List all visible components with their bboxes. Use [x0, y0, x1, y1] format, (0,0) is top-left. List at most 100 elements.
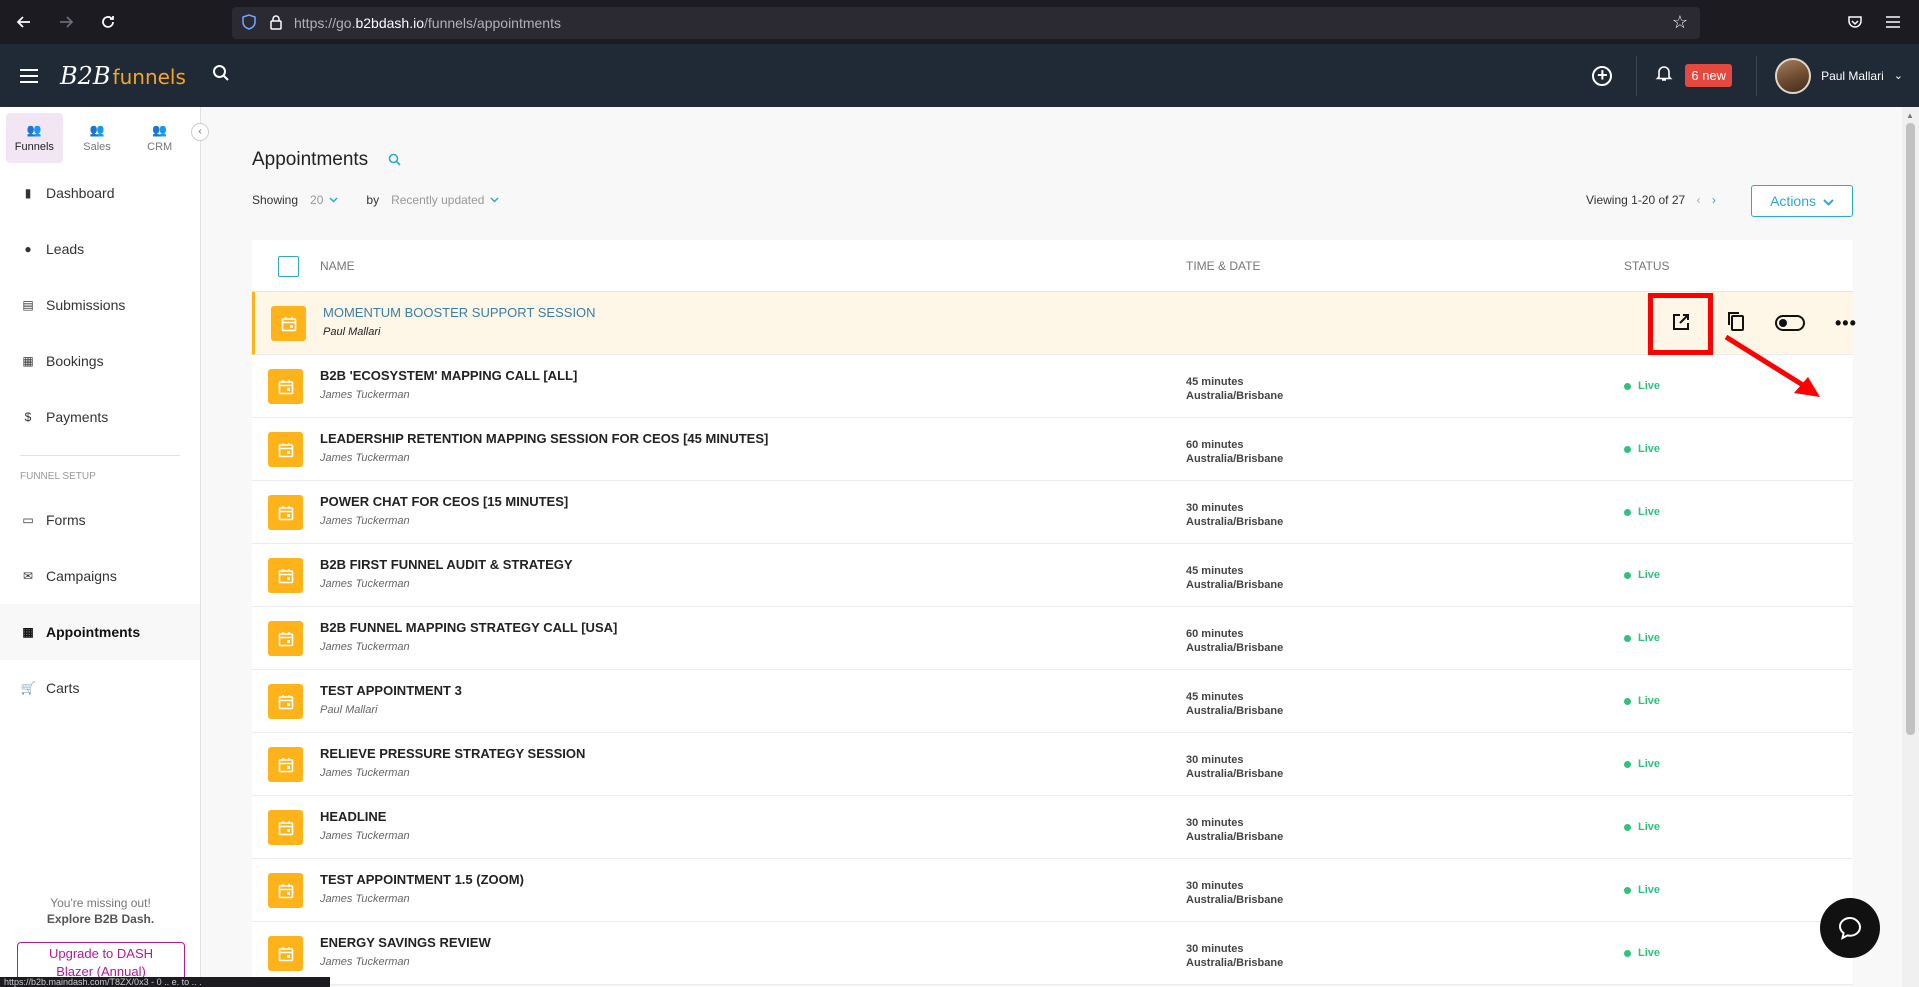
- copy-icon[interactable]: [1727, 311, 1745, 336]
- sidebar-item-carts[interactable]: 🛒 Carts: [0, 660, 200, 716]
- showing-label: Showing: [252, 193, 299, 207]
- appointment-title[interactable]: RELIEVE PRESSURE STRATEGY SESSION: [320, 746, 585, 761]
- sidebar-item-submissions[interactable]: ▤ Submissions: [0, 277, 200, 333]
- appointment-title[interactable]: HEADLINE: [320, 809, 386, 824]
- column-header-time[interactable]: TIME & DATE: [1186, 259, 1260, 273]
- hamburger-menu-icon[interactable]: [20, 65, 38, 87]
- chevron-down-icon: [1823, 199, 1834, 206]
- next-page-icon[interactable]: ›: [1712, 193, 1716, 207]
- table-row[interactable]: B2B FIRST FUNNEL AUDIT & STRATEGY James …: [252, 544, 1853, 607]
- calendar-icon: [268, 936, 303, 971]
- chevron-down-icon[interactable]: ⌄: [1894, 69, 1903, 82]
- scroll-thumb[interactable]: [1906, 123, 1915, 735]
- people-icon: 👥: [152, 123, 168, 137]
- chevron-down-icon[interactable]: [329, 195, 338, 206]
- status-toggle[interactable]: [1775, 315, 1805, 331]
- appointment-title[interactable]: POWER CHAT FOR CEOS [15 MINUTES]: [320, 494, 568, 509]
- status-text: Live: [1638, 884, 1661, 896]
- lock-icon[interactable]: [270, 14, 282, 30]
- upgrade-label: Upgrade to DASH: [48, 946, 154, 961]
- scroll-up-icon[interactable]: ▲: [1906, 111, 1914, 120]
- table-row[interactable]: LEADERSHIP RETENTION MAPPING SESSION FOR…: [252, 418, 1853, 481]
- open-external-icon[interactable]: [1672, 313, 1690, 336]
- back-arrow-icon[interactable]: [12, 10, 36, 34]
- tab-label: Sales: [83, 141, 111, 153]
- shield-icon[interactable]: [242, 14, 256, 30]
- status-dot: [1624, 634, 1631, 642]
- column-header-name[interactable]: NAME: [320, 259, 355, 273]
- status-text: Live: [1638, 695, 1661, 707]
- search-icon[interactable]: [388, 153, 401, 169]
- prev-page-icon[interactable]: ‹: [1697, 193, 1701, 207]
- appointment-title[interactable]: TEST APPOINTMENT 1.5 (ZOOM): [320, 872, 524, 887]
- table-row[interactable]: RELIEVE PRESSURE STRATEGY SESSION James …: [252, 733, 1853, 796]
- tab-sales[interactable]: 👥 Sales: [69, 113, 126, 163]
- sidebar-item-dashboard[interactable]: ▮ Dashboard: [0, 165, 200, 221]
- search-icon[interactable]: [212, 64, 230, 87]
- bookmark-star-icon[interactable]: ☆: [1672, 12, 1688, 33]
- sidebar-item-campaigns[interactable]: ✉ Campaigns: [0, 548, 200, 604]
- tab-funnels[interactable]: 👥 Funnels: [6, 113, 63, 163]
- sidebar-item-leads[interactable]: ● Leads: [0, 221, 200, 277]
- bell-icon[interactable]: [1655, 64, 1673, 87]
- add-circle-icon[interactable]: +: [1592, 65, 1613, 86]
- appointment-title[interactable]: B2B FIRST FUNNEL AUDIT & STRATEGY: [320, 557, 573, 572]
- actions-button[interactable]: Actions: [1751, 185, 1853, 217]
- chat-button[interactable]: [1820, 898, 1880, 958]
- page-size-select[interactable]: 20: [310, 193, 323, 207]
- b2b-funnels-logo[interactable]: B2B funnels: [60, 62, 186, 90]
- upgrade-button[interactable]: Upgrade to DASH Blazer (Annual): [17, 942, 185, 982]
- reload-icon[interactable]: [96, 10, 120, 34]
- bar-chart-icon: ▮: [24, 186, 32, 200]
- more-options-icon[interactable]: •••: [1835, 313, 1857, 334]
- column-header-status[interactable]: STATUS: [1624, 259, 1670, 273]
- appointment-time: 30 minutes Australia/Brisbane: [1186, 816, 1283, 844]
- avatar[interactable]: [1775, 57, 1812, 94]
- table-row[interactable]: MOMENTUM BOOSTER SUPPORT SESSION Paul Ma…: [252, 292, 1856, 355]
- scrollbar[interactable]: ▲: [1902, 107, 1919, 987]
- select-all-checkbox[interactable]: [278, 256, 299, 277]
- appointment-title[interactable]: B2B FUNNEL MAPPING STRATEGY CALL [USA]: [320, 620, 617, 635]
- table-row[interactable]: B2B 'ECOSYSTEM' MAPPING CALL [ALL] James…: [252, 355, 1853, 418]
- status-dot: [1624, 445, 1631, 453]
- appointment-duration: 60 minutes: [1186, 439, 1244, 451]
- table-row[interactable]: POWER CHAT FOR CEOS [15 MINUTES] James T…: [252, 481, 1853, 544]
- tab-crm[interactable]: 👥 CRM: [131, 113, 188, 163]
- user-name[interactable]: Paul Mallari: [1821, 69, 1884, 83]
- sidebar-item-bookings[interactable]: ▦ Bookings: [0, 333, 200, 389]
- table-row[interactable]: TEST APPOINTMENT 1.5 (ZOOM) James Tucker…: [252, 859, 1853, 922]
- table-row[interactable]: TEST APPOINTMENT 3 Paul Mallari 45 minut…: [252, 670, 1853, 733]
- sort-select[interactable]: Recently updated: [391, 193, 484, 207]
- url-text: https://go.b2bdash.io/funnels/appointmen…: [294, 15, 561, 31]
- sidebar-item-payments[interactable]: $ Payments: [0, 389, 200, 445]
- status-dot: [1624, 697, 1631, 705]
- status-badge: Live: [1624, 947, 1660, 959]
- notifications-badge[interactable]: 6 new: [1685, 64, 1733, 87]
- people-icon: 👥: [89, 123, 105, 137]
- sidebar-item-forms[interactable]: ▭ Forms: [0, 492, 200, 548]
- pocket-icon[interactable]: [1847, 14, 1863, 30]
- appointment-title[interactable]: ENERGY SAVINGS REVIEW: [320, 935, 491, 950]
- sidebar-item-label: Carts: [46, 680, 80, 696]
- appointment-title[interactable]: TEST APPOINTMENT 3: [320, 683, 462, 698]
- status-text: Live: [1638, 569, 1661, 581]
- people-icon: 👥: [26, 123, 42, 137]
- appointment-title[interactable]: LEADERSHIP RETENTION MAPPING SESSION FOR…: [320, 431, 768, 446]
- table-row[interactable]: ENERGY SAVINGS REVIEW James Tuckerman 30…: [252, 922, 1853, 985]
- browser-toolbar: https://go.b2bdash.io/funnels/appointmen…: [0, 0, 1919, 44]
- status-text: Live: [1638, 506, 1661, 518]
- status-dot: [1624, 760, 1631, 768]
- status-dot: [1624, 508, 1631, 516]
- chevron-down-icon[interactable]: [490, 195, 500, 206]
- sidebar-item-appointments[interactable]: ▦ Appointments: [0, 604, 200, 660]
- address-bar[interactable]: https://go.b2bdash.io/funnels/appointmen…: [232, 7, 1700, 39]
- appointment-timezone: Australia/Brisbane: [1186, 768, 1284, 780]
- forward-arrow-icon[interactable]: [54, 10, 78, 34]
- status-badge: Live: [1624, 884, 1660, 896]
- menu-icon[interactable]: [1885, 15, 1901, 29]
- table-row[interactable]: HEADLINE James Tuckerman 30 minutes Aust…: [252, 796, 1853, 859]
- appointment-title[interactable]: B2B 'ECOSYSTEM' MAPPING CALL [ALL]: [320, 368, 577, 383]
- table-row[interactable]: B2B FUNNEL MAPPING STRATEGY CALL [USA] J…: [252, 607, 1853, 670]
- appointment-duration: 30 minutes: [1186, 754, 1244, 766]
- appointment-title[interactable]: MOMENTUM BOOSTER SUPPORT SESSION: [323, 305, 596, 320]
